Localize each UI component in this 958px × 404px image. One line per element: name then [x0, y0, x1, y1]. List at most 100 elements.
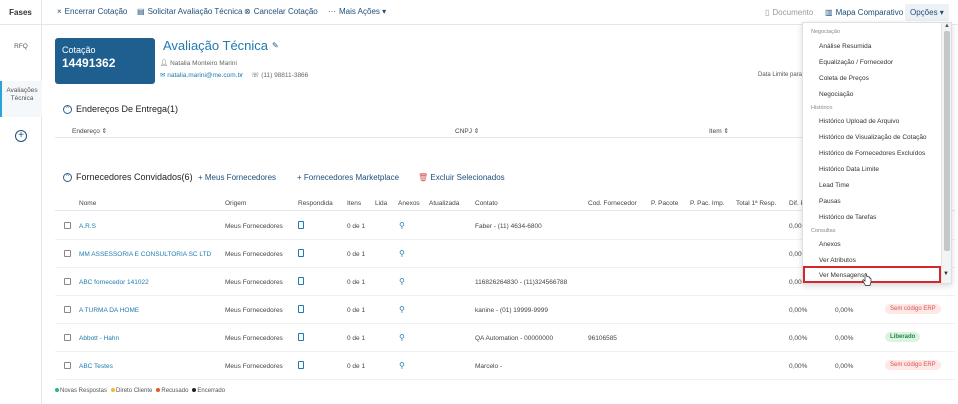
document-icon[interactable] [298, 249, 304, 257]
menu-item-equalizacao[interactable]: Equalização / Fornecedor [819, 59, 893, 66]
dif-cell-2: 0,00% [835, 307, 854, 314]
fornecedor-name-link[interactable]: MM ASSESSORIA E CONSULTORIA SC LTD [79, 251, 211, 258]
cancelar-cotacao-button[interactable]: ⊗ Cancelar Cotação [244, 7, 318, 16]
menu-item-lead-time[interactable]: Lead Time [819, 182, 849, 189]
rail-item-avaliacoes[interactable]: Avaliações Técnica [0, 81, 42, 117]
email-link[interactable]: ✉︎ natalia.marini@me.com.br [160, 71, 243, 79]
opcoes-button[interactable]: Opções ▾ [905, 4, 949, 21]
menu-item-ver-atributos[interactable]: Ver Atributos [819, 257, 856, 264]
scrollbar-thumb[interactable] [944, 31, 950, 251]
fornecedor-name-link[interactable]: ABC Testes [79, 363, 113, 370]
table-row[interactable]: Abbott - Hahn Meus Fornecedores 0 de 1 ⚲… [55, 325, 955, 352]
menu-item-negociacao[interactable]: Negociação [819, 91, 853, 98]
table-row[interactable]: A TURMA DA HOME Meus Fornecedores 0 de 1… [55, 297, 955, 324]
scroll-up-arrow-icon[interactable]: ▲ [944, 23, 950, 29]
col-respondida[interactable]: Respondida [298, 200, 333, 207]
col-origem[interactable]: Origem [225, 200, 246, 207]
excluir-selecionados-button[interactable]: 🗑︎ Excluir Selecionados [418, 173, 505, 182]
menu-item-coleta-precos[interactable]: Coleta de Preços [819, 75, 869, 82]
col-anexos[interactable]: Anexos [398, 200, 420, 207]
menu-item-historico-fornecedores-excluidos[interactable]: Histórico de Fornecedores Excluídos [819, 150, 925, 157]
file-icon: ▯ [765, 8, 770, 17]
col-p-pacote[interactable]: P. Pacote [651, 200, 678, 207]
status-legend: Novas Respostas Direto Cliente Recusado … [55, 388, 225, 394]
map-icon: ▥ [825, 8, 833, 17]
itens-cell: 0 de 1 [347, 363, 366, 370]
row-checkbox[interactable] [64, 306, 71, 313]
rail-add-button[interactable]: + [0, 130, 42, 142]
paperclip-icon[interactable]: ⚲ [399, 249, 405, 258]
fornecedor-name-link[interactable]: ABC fornecedor 141022 [79, 279, 149, 286]
fornecedor-name-link[interactable]: A TURMA DA HOME [79, 307, 139, 314]
menu-item-historico-data-limite[interactable]: Histórico Data Limite [819, 166, 879, 173]
page-title: Avaliação Técnica ✎ [163, 38, 279, 53]
encerrar-cotacao-button[interactable]: × Encerrar Cotação [57, 7, 127, 16]
document-icon[interactable] [298, 277, 304, 285]
menu-item-historico-upload[interactable]: Histórico Upload de Arquivo [819, 118, 899, 125]
col-p-pac-imp[interactable]: P. Pac. Imp. [690, 200, 725, 207]
col-lida[interactable]: Lida [375, 200, 387, 207]
col-itens[interactable]: Itens [347, 200, 361, 207]
enderecos-section-header[interactable]: ^ Endereços De Entrega(1) [63, 104, 178, 114]
scroll-down-arrow-icon[interactable]: ▼ [943, 271, 949, 277]
hand-cursor-icon [862, 273, 872, 286]
document-icon: ▤ [137, 7, 145, 16]
edit-pencil-icon[interactable]: ✎ [272, 41, 279, 50]
col-total-resp[interactable]: Total 1ª Resp. [736, 200, 776, 207]
contact-line: ✉︎ natalia.marini@me.com.br ☏ (11) 98811… [160, 71, 308, 79]
origem-cell: Meus Fornecedores [225, 307, 283, 314]
dif-cell-2: 0,00% [835, 363, 854, 370]
fornecedor-name-link[interactable]: Abbott - Hahn [79, 335, 119, 342]
menu-item-historico-visualizacao[interactable]: Histórico de Visualização de Cotação [819, 134, 927, 141]
mais-acoes-button[interactable]: ··· Mais Ações ▾ [328, 7, 386, 16]
contato-cell: QA Automation - 00000000 [475, 335, 554, 342]
mapa-comparativo-button[interactable]: ▥ Mapa Comparativo [820, 4, 908, 21]
paperclip-icon[interactable]: ⚲ [399, 221, 405, 230]
status-badge: Sem código ERP [885, 304, 941, 314]
col-nome[interactable]: Nome [79, 200, 96, 207]
phone-icon: ☏ [251, 72, 260, 79]
col-atualizada[interactable]: Atualizada [429, 200, 459, 207]
paperclip-icon[interactable]: ⚲ [399, 361, 405, 370]
menu-item-analise-resumida[interactable]: Análise Resumida [819, 43, 871, 50]
meus-fornecedores-button[interactable]: + Meus Fornecedores [198, 173, 276, 182]
col-cnpj[interactable]: CNPJ ⇕ [455, 127, 479, 135]
menu-scrollbar[interactable]: ▲ ▼ [941, 23, 951, 283]
paperclip-icon[interactable]: ⚲ [399, 277, 405, 286]
dif-cell: 0,00% [789, 335, 808, 342]
row-checkbox[interactable] [64, 250, 71, 257]
more-dots-icon: ··· [328, 7, 336, 16]
paperclip-icon[interactable]: ⚲ [399, 333, 405, 342]
row-checkbox[interactable] [64, 362, 71, 369]
user-name: 👤︎ Natalia Monteiro Marini [160, 60, 237, 67]
menu-item-historico-tarefas[interactable]: Histórico de Tarefas [819, 214, 876, 221]
fornecedores-section-header[interactable]: ^ Fornecedores Convidados(6) [63, 172, 193, 182]
menu-item-anexos[interactable]: Anexos [819, 241, 841, 248]
solicitar-avaliacao-button[interactable]: ▤ Solicitar Avaliação Técnica [137, 7, 242, 16]
fornecedor-name-link[interactable]: A.R.S [79, 223, 96, 230]
paperclip-icon[interactable]: ⚲ [399, 305, 405, 314]
col-cod-fornecedor[interactable]: Cod. Fornecedor [588, 200, 637, 207]
document-icon[interactable] [298, 221, 304, 229]
rail-item-rfq[interactable]: RFQ [0, 43, 42, 50]
col-item[interactable]: Item ⇕ [709, 127, 729, 135]
menu-group-consultas: Consultas [811, 228, 836, 234]
documento-button[interactable]: ▯ Documento [760, 4, 818, 21]
fornecedores-marketplace-button[interactable]: + Fornecedores Marketplace [297, 173, 399, 182]
table-row[interactable]: ABC Testes Meus Fornecedores 0 de 1 ⚲ Ma… [55, 353, 955, 380]
col-endereco[interactable]: Endereço ⇕ [72, 127, 107, 135]
menu-item-pausas[interactable]: Pausas [819, 198, 841, 205]
document-icon[interactable] [298, 305, 304, 313]
row-checkbox[interactable] [64, 334, 71, 341]
user-icon: 👤︎ [160, 60, 169, 67]
row-checkbox[interactable] [64, 222, 71, 229]
legend-item: Encerrado [192, 388, 225, 394]
itens-cell: 0 de 1 [347, 335, 366, 342]
plus-circle-icon: + [15, 130, 27, 142]
cotacao-number: 14491362 [62, 56, 116, 70]
col-contato[interactable]: Contato [475, 200, 498, 207]
row-checkbox[interactable] [64, 278, 71, 285]
legend-item: Recusado [156, 388, 188, 394]
document-icon[interactable] [298, 361, 304, 369]
document-icon[interactable] [298, 333, 304, 341]
